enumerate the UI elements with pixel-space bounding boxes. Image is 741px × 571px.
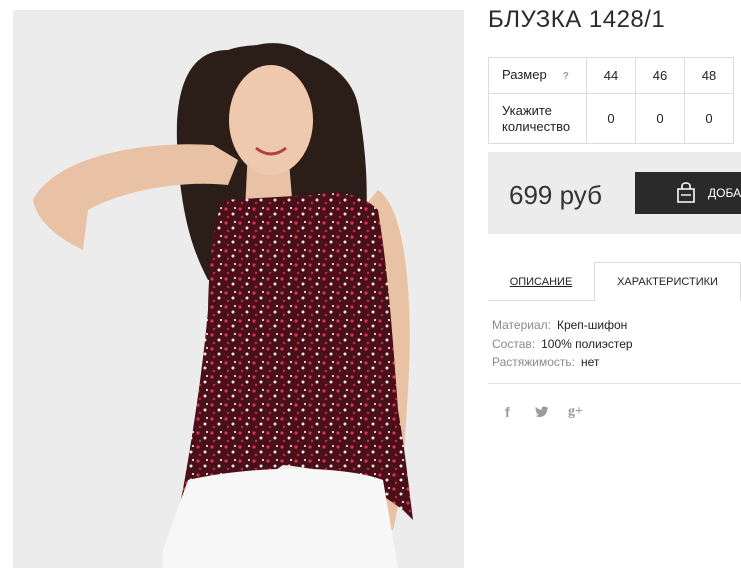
section-divider	[488, 383, 741, 384]
spec-value: 100% полиэстер	[541, 336, 633, 351]
spec-row-composition: Состав: 100% полиэстер	[492, 335, 633, 354]
add-to-cart-button[interactable]: ДОБАВИТЬ В КОРЗИНУ	[635, 172, 741, 214]
size-label-cell: Размер?	[488, 57, 587, 94]
quantity-input-48[interactable]: 0	[684, 93, 734, 144]
tab-description[interactable]: ОПИСАНИЕ	[488, 262, 594, 301]
quantity-input-44[interactable]: 0	[586, 93, 636, 144]
spec-key: Материал:	[492, 318, 551, 332]
product-price: 699 руб	[509, 180, 602, 210]
model-photo-illustration	[13, 10, 464, 568]
shopping-bag-icon	[677, 182, 695, 203]
googleplus-icon[interactable]: g+	[568, 404, 583, 420]
facebook-icon[interactable]: f	[505, 404, 510, 420]
quantity-label: Укажите количество	[488, 93, 587, 144]
product-title: БЛУЗКА 1428/1	[488, 6, 666, 33]
spec-value: Креп-шифон	[556, 318, 628, 332]
spec-row-material: Материал: Креп-шифон	[492, 316, 633, 335]
size-label: Размер	[502, 66, 547, 82]
buy-box: 699 руб ДОБАВИТЬ В КОРЗИНУ	[488, 152, 741, 234]
spec-key: Состав:	[492, 336, 536, 351]
size-option-48: 48	[684, 57, 734, 94]
size-quantity-table: Размер? 44 46 48 Укажите количество 0 0 …	[488, 57, 734, 144]
quantity-row: Укажите количество 0 0 0	[488, 93, 734, 144]
product-tabs: ОПИСАНИЕ ХАРАКТЕРИСТИКИ	[488, 262, 741, 301]
size-option-46: 46	[635, 57, 685, 94]
spec-value: нет	[581, 355, 600, 369]
size-option-44: 44	[586, 57, 636, 94]
quantity-input-46[interactable]: 0	[635, 93, 685, 144]
size-row: Размер? 44 46 48	[488, 57, 734, 94]
spec-key: Растяжимость:	[492, 355, 576, 369]
size-help-icon[interactable]: ?	[563, 69, 569, 85]
tab-characteristics-label: ХАРАКТЕРИСТИКИ	[617, 276, 718, 288]
product-photo[interactable]	[13, 10, 464, 568]
add-to-cart-label: ДОБАВИТЬ В КОРЗИНУ	[708, 186, 741, 200]
spec-row-stretch: Растяжимость: нет	[492, 353, 633, 372]
tab-characteristics[interactable]: ХАРАКТЕРИСТИКИ	[594, 262, 741, 301]
twitter-icon[interactable]	[535, 406, 549, 418]
specs-list: Материал: Креп-шифон Состав: 100% полиэсте…	[492, 316, 633, 372]
tab-description-label: ОПИСАНИЕ	[509, 275, 573, 288]
